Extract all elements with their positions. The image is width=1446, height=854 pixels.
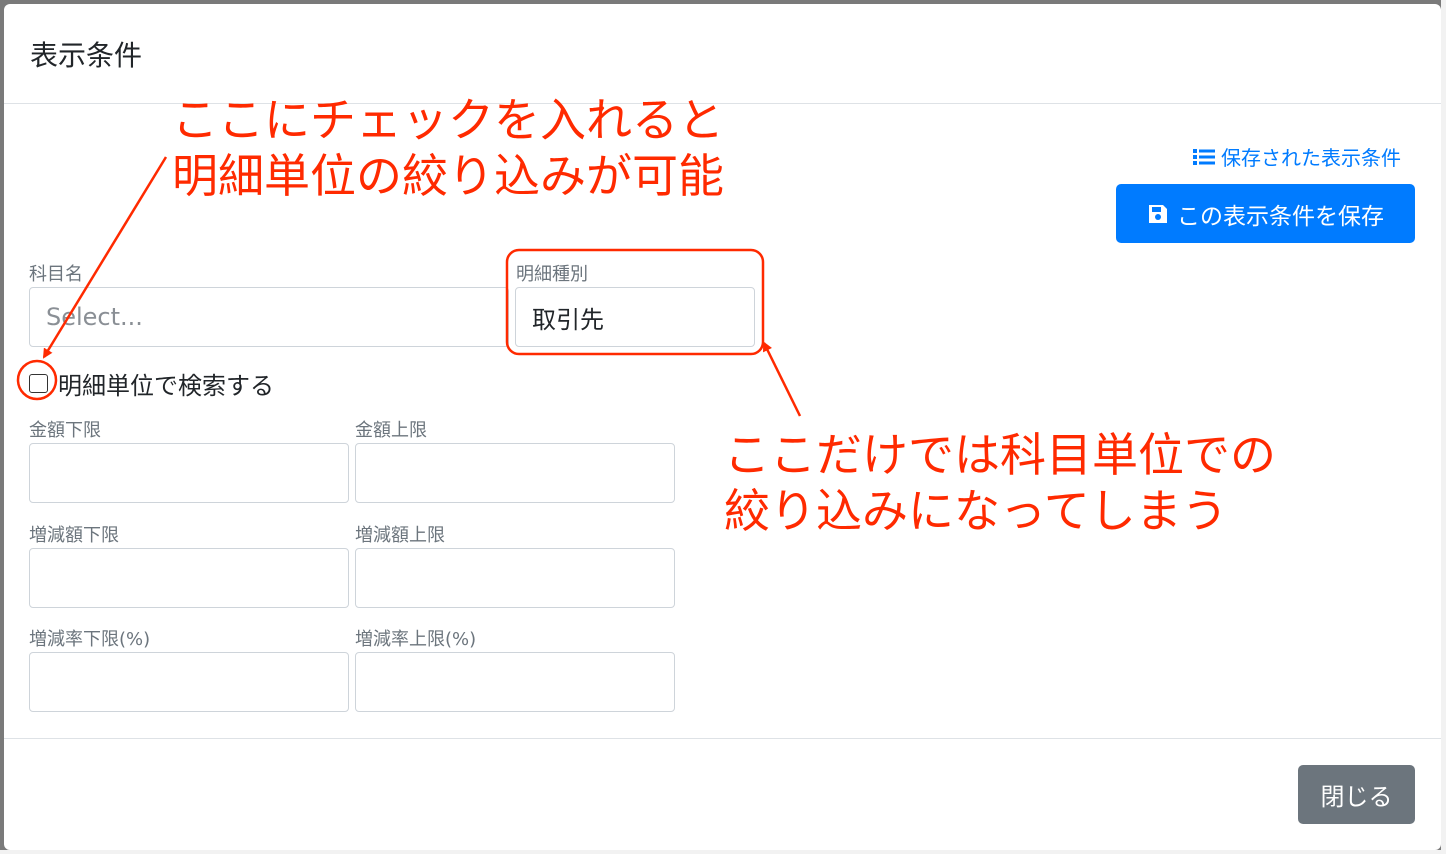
detail-search-label[interactable]: 明細単位で検索する bbox=[58, 366, 274, 401]
change-rate-max-label: 増減率上限(%) bbox=[355, 629, 477, 650]
annotation-detail-type-hint-line1: ここだけでは科目単位での bbox=[724, 428, 1276, 482]
amount-min-label: 金額下限 bbox=[29, 420, 101, 441]
change-rate-min-label: 増減率下限(%) bbox=[29, 629, 151, 650]
account-name-placeholder: Select... bbox=[46, 303, 143, 331]
change-amount-min-input[interactable] bbox=[29, 548, 349, 608]
saved-conditions-label: 保存された表示条件 bbox=[1221, 146, 1401, 170]
backdrop-bottom-strip bbox=[0, 850, 1446, 854]
change-amount-max-input[interactable] bbox=[355, 548, 675, 608]
account-name-label: 科目名 bbox=[29, 264, 83, 285]
detail-search-row: 明細単位で検索する bbox=[29, 366, 274, 401]
modal-title: 表示条件 bbox=[30, 39, 143, 72]
amount-min-input[interactable] bbox=[29, 443, 349, 503]
detail-type-select[interactable]: 取引先 bbox=[515, 287, 755, 347]
annotation-checkbox-hint-line2: 明細単位の絞り込みが可能 bbox=[172, 149, 724, 204]
save-conditions-label: この表示条件を保存 bbox=[1177, 203, 1384, 230]
account-name-select[interactable]: Select... bbox=[29, 287, 509, 347]
detail-type-value: 取引先 bbox=[532, 305, 604, 334]
list-icon bbox=[1193, 148, 1215, 165]
detail-search-checkbox[interactable] bbox=[29, 374, 48, 393]
saved-conditions-link[interactable]: 保存された表示条件 bbox=[1193, 142, 1401, 171]
change-rate-max-input[interactable] bbox=[355, 652, 675, 712]
annotation-checkbox-hint: ここにチェックを入れると 明細単位の絞り込みが可能 bbox=[172, 92, 724, 204]
detail-type-label: 明細種別 bbox=[516, 264, 588, 285]
modal-footer: 閉じる bbox=[4, 738, 1441, 850]
modal-header: 表示条件 bbox=[4, 4, 1441, 104]
amount-max-input[interactable] bbox=[355, 443, 675, 503]
backdrop-right-strip bbox=[1441, 0, 1446, 854]
change-rate-min-input[interactable] bbox=[29, 652, 349, 712]
save-conditions-button[interactable]: この表示条件を保存 bbox=[1116, 184, 1415, 243]
annotation-detail-type-hint: ここだけでは科目単位での 絞り込みになってしまう bbox=[724, 427, 1276, 539]
annotation-checkbox-hint-line1: ここにチェックを入れると bbox=[172, 93, 724, 147]
annotation-detail-type-hint-line2: 絞り込みになってしまう bbox=[724, 484, 1228, 539]
floppy-disk-icon bbox=[1149, 204, 1167, 223]
amount-max-label: 金額上限 bbox=[355, 420, 427, 441]
change-amount-max-label: 増減額上限 bbox=[355, 525, 445, 546]
close-button[interactable]: 閉じる bbox=[1298, 765, 1415, 824]
change-amount-min-label: 増減額下限 bbox=[29, 525, 119, 546]
